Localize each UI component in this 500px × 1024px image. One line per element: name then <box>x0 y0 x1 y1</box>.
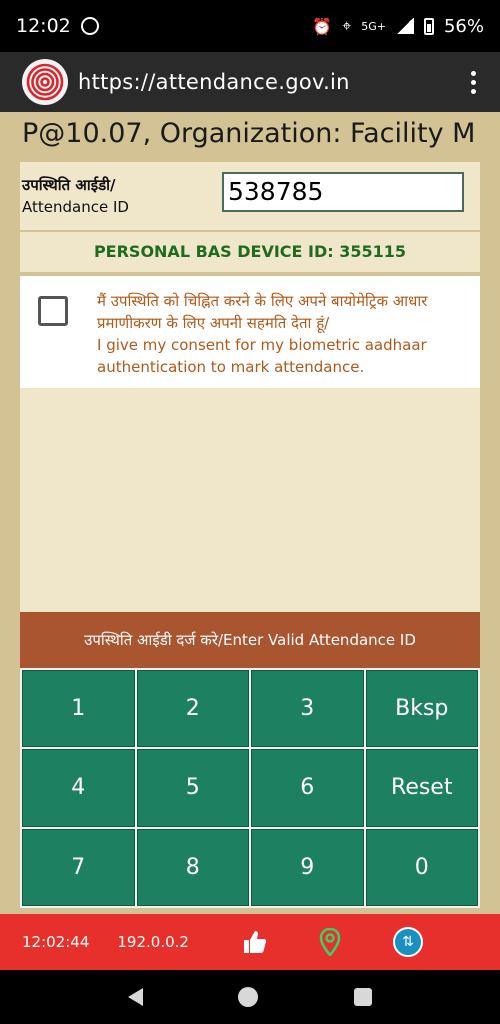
attendance-page: P@10.07, Organization: Facility M उपस्थि… <box>0 112 500 914</box>
menu-icon[interactable] <box>471 70 476 94</box>
sync-icon[interactable]: ⇅ <box>392 927 423 957</box>
key-8[interactable]: 8 <box>136 828 249 906</box>
recent-apps-icon[interactable] <box>354 988 373 1006</box>
consent-text-english: I give my consent for my biometric aadha… <box>97 336 427 376</box>
validation-message: उपस्थिति आईडी दर्ज करे/Enter Valid Atten… <box>20 612 480 668</box>
thumbs-up-icon[interactable] <box>241 928 269 956</box>
key-5[interactable]: 5 <box>136 749 249 827</box>
attendance-id-row: उपस्थिति आईडी/ Attendance ID 538785 <box>20 162 480 230</box>
footer-ip: 192.0.0.2 <box>117 933 189 951</box>
reset-button[interactable]: Reset <box>365 749 478 827</box>
key-6[interactable]: 6 <box>251 749 364 827</box>
alarm-icon: ⏰ <box>312 16 333 36</box>
key-3[interactable]: 3 <box>251 670 364 748</box>
whatsapp-icon <box>80 17 99 35</box>
location-icon: ⌖ <box>342 16 352 35</box>
key-0[interactable]: 0 <box>365 828 478 906</box>
consent-row: मैं उपस्थिति को चिह्नित करने के लिए अपने… <box>20 276 480 388</box>
device-id-text: PERSONAL BAS DEVICE ID: 355115 <box>20 232 480 272</box>
attendance-id-label-english: Attendance ID <box>22 198 129 216</box>
key-1[interactable]: 1 <box>22 670 135 748</box>
network-label: 5G+ <box>361 19 386 33</box>
status-icons: ⏰ ⌖ 5G+ 56% <box>312 16 484 37</box>
attendance-id-label: उपस्थिति आईडी/ Attendance ID <box>22 174 129 218</box>
home-icon[interactable] <box>238 987 259 1007</box>
browser-toolbar: https://attendance.gov.in <box>0 52 500 112</box>
backspace-button[interactable]: Bksp <box>365 670 478 748</box>
consent-text-hindi: मैं उपस्थिति को चिह्नित करने के लिए अपने… <box>97 292 428 332</box>
consent-text: मैं उपस्थिति को चिह्नित करने के लिए अपने… <box>97 290 467 378</box>
page-title: P@10.07, Organization: Facility M <box>22 118 476 149</box>
footer-bar: 12:02:44 192.0.0.2 ⇅ <box>0 914 500 970</box>
url-text[interactable]: https://attendance.gov.in <box>78 70 350 94</box>
key-9[interactable]: 9 <box>251 828 364 906</box>
back-icon[interactable] <box>127 988 143 1006</box>
status-bar: 12:02 ⏰ ⌖ 5G+ 56% <box>0 0 500 52</box>
key-7[interactable]: 7 <box>22 828 135 906</box>
battery-icon <box>423 17 434 35</box>
fingerprint-logo-icon <box>22 59 68 105</box>
consent-checkbox[interactable] <box>38 296 68 326</box>
attendance-id-label-hindi: उपस्थिति आईडी/ <box>22 176 116 194</box>
battery-percent: 56% <box>443 15 484 37</box>
footer-time: 12:02:44 <box>22 933 90 951</box>
attendance-id-input[interactable]: 538785 <box>222 172 464 212</box>
location-pin-icon[interactable] <box>319 928 341 956</box>
system-nav-bar <box>0 970 500 1024</box>
content-area <box>20 388 480 612</box>
status-time: 12:02 <box>16 15 71 37</box>
signal-icon <box>395 18 414 34</box>
key-2[interactable]: 2 <box>136 670 249 748</box>
key-4[interactable]: 4 <box>22 749 135 827</box>
numeric-keypad: 1 2 3 Bksp 4 5 6 Reset 7 8 9 0 <box>20 668 480 908</box>
